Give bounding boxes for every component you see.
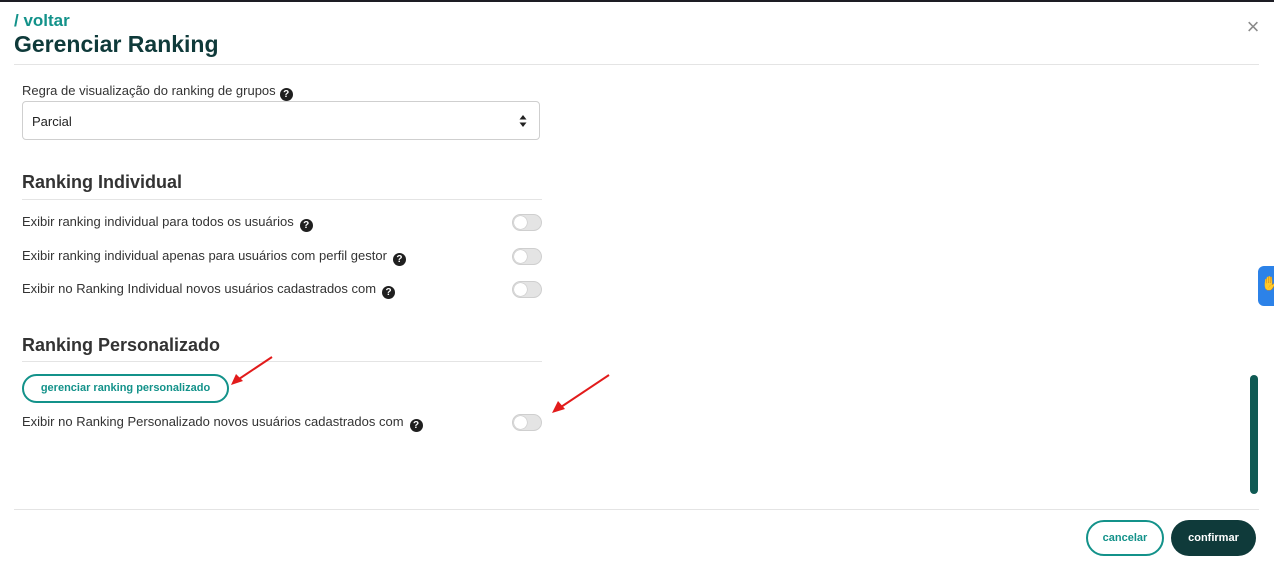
- ranking-personalizado-divider: [22, 361, 542, 362]
- annotation-arrow-icon: [552, 374, 610, 413]
- manage-custom-ranking-button[interactable]: gerenciar ranking personalizado: [22, 374, 229, 403]
- toggle-knob: [514, 416, 527, 429]
- question-circle-icon[interactable]: ?: [279, 88, 293, 101]
- group-rule-label-text: Regra de visualização do ranking de grup…: [22, 83, 276, 98]
- group-rule-select[interactable]: Parcial: [22, 101, 540, 140]
- footer-divider: [14, 509, 1259, 510]
- question-circle-icon[interactable]: ?: [299, 219, 313, 232]
- ranking-individual-row-all-label: Exibir ranking individual para todos os …: [22, 214, 294, 229]
- ranking-individual-title: Ranking Individual: [22, 172, 183, 192]
- question-circle-icon[interactable]: ?: [392, 253, 406, 266]
- confirm-button[interactable]: confirmar: [1171, 520, 1256, 556]
- ranking-personalizado-title: Ranking Personalizado: [22, 335, 221, 355]
- ranking-individual-divider: [22, 199, 542, 200]
- ranking-personalizado-row-new-users-label: Exibir no Ranking Personalizado novos us…: [22, 414, 404, 429]
- question-circle-icon[interactable]: ?: [382, 286, 396, 299]
- toggle-knob: [514, 216, 527, 229]
- accessibility-side-tab[interactable]: ✋: [1258, 266, 1274, 306]
- ranking-individual-row-gestor: Exibir ranking individual apenas para us…: [22, 248, 406, 266]
- ranking-personalizado-row-new-users: Exibir no Ranking Personalizado novos us…: [22, 414, 423, 432]
- toggle-knob: [514, 250, 527, 263]
- ranking-individual-new-users-toggle[interactable]: [512, 281, 542, 298]
- close-icon[interactable]: ×: [1244, 16, 1262, 38]
- question-circle-icon[interactable]: ?: [409, 419, 423, 432]
- ranking-individual-all-toggle[interactable]: [512, 214, 542, 231]
- hand-icon: ✋: [1261, 275, 1274, 291]
- header-divider: [14, 64, 1259, 65]
- ranking-individual-row-new-users: Exibir no Ranking Individual novos usuár…: [22, 281, 396, 299]
- ranking-individual-row-all: Exibir ranking individual para todos os …: [22, 214, 313, 232]
- ranking-individual-row-gestor-label: Exibir ranking individual apenas para us…: [22, 248, 387, 263]
- top-edge: [0, 0, 1274, 2]
- group-rule-selected-value: Parcial: [32, 114, 72, 129]
- ranking-individual-gestor-toggle[interactable]: [512, 248, 542, 265]
- ranking-individual-row-new-users-label: Exibir no Ranking Individual novos usuár…: [22, 281, 377, 296]
- ranking-personalizado-new-users-toggle[interactable]: [512, 414, 542, 431]
- cancel-button[interactable]: cancelar: [1086, 520, 1164, 556]
- annotation-arrow-icon: [231, 356, 273, 385]
- back-link[interactable]: / voltar: [14, 11, 70, 31]
- toggle-knob: [514, 283, 527, 296]
- scrollbar-thumb[interactable]: [1250, 375, 1258, 494]
- group-rule-label: Regra de visualização do ranking de grup…: [22, 83, 293, 101]
- sort-caret-icon: [519, 115, 527, 127]
- page-title: Gerenciar Ranking: [14, 31, 219, 57]
